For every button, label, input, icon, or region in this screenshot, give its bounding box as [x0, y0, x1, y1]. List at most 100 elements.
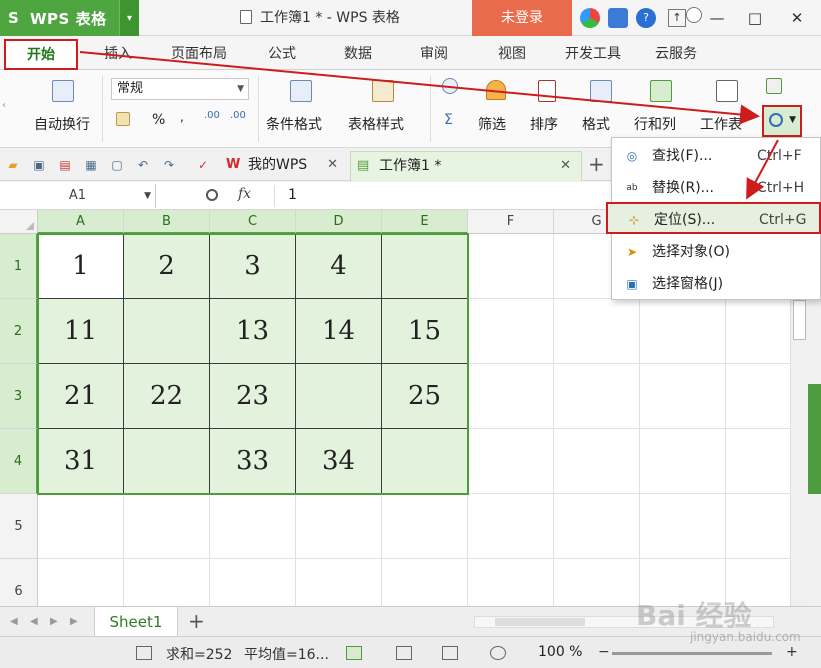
- decrease-decimal-button[interactable]: .00: [230, 110, 246, 121]
- first-sheet-icon[interactable]: ◀: [10, 616, 20, 628]
- cell-a3[interactable]: 21: [38, 364, 124, 429]
- percent-button[interactable]: %: [152, 112, 165, 128]
- ribbon-scroll-left-icon[interactable]: ‹: [2, 100, 6, 111]
- cell-c4[interactable]: 33: [210, 429, 296, 494]
- cell-f2[interactable]: [468, 299, 554, 364]
- sheet-tab-sheet1[interactable]: Sheet1: [94, 607, 178, 637]
- close-icon[interactable]: ✕: [327, 151, 338, 179]
- page-layout-view-icon[interactable]: [396, 646, 412, 660]
- tab-insert[interactable]: 插入: [96, 36, 140, 70]
- login-button[interactable]: 未登录: [472, 0, 572, 36]
- find-select-button[interactable]: ▼: [762, 105, 802, 137]
- cell-b3[interactable]: 22: [124, 364, 210, 429]
- redo-icon[interactable]: ↷: [162, 158, 176, 172]
- insert-function-button[interactable]: fx: [238, 186, 251, 202]
- table-style-button[interactable]: 表格样式: [348, 114, 404, 134]
- filter-button[interactable]: 筛选: [478, 114, 506, 134]
- app-menu-caret-icon[interactable]: ▾: [119, 0, 139, 36]
- comma-style-icon[interactable]: ,: [180, 110, 184, 124]
- cell-e1[interactable]: [382, 234, 468, 299]
- app-menu-button[interactable]: S WPS 表格 ▾: [0, 0, 139, 36]
- sort-button[interactable]: 排序: [530, 114, 558, 134]
- cell-f6[interactable]: [468, 559, 554, 606]
- cell-e5[interactable]: [382, 494, 468, 559]
- cell-b6[interactable]: [124, 559, 210, 606]
- cell-f3[interactable]: [468, 364, 554, 429]
- skin-shirt-icon[interactable]: [608, 8, 628, 28]
- save-icon[interactable]: ▣: [32, 158, 46, 172]
- cell-f5[interactable]: [468, 494, 554, 559]
- side-panel-toggle[interactable]: [808, 384, 821, 494]
- cell-c3[interactable]: 23: [210, 364, 296, 429]
- cell-f4[interactable]: [468, 429, 554, 494]
- menu-item-find[interactable]: ◎ 查找(F)... Ctrl+F: [612, 140, 820, 172]
- currency-icon[interactable]: [116, 112, 130, 126]
- upload-icon[interactable]: ↑: [668, 9, 686, 27]
- increase-decimal-button[interactable]: .00: [204, 110, 220, 121]
- name-box[interactable]: A1 ▼: [0, 184, 156, 208]
- tab-review[interactable]: 审阅: [412, 36, 456, 70]
- cell-a1[interactable]: 1: [38, 234, 124, 299]
- cell-e2[interactable]: 15: [382, 299, 468, 364]
- zoom-slider[interactable]: [612, 652, 772, 655]
- horizontal-scroll-thumb[interactable]: [495, 618, 585, 626]
- cell-a4[interactable]: 31: [38, 429, 124, 494]
- new-tab-button[interactable]: +: [588, 149, 605, 181]
- row-header-2[interactable]: 2: [0, 299, 38, 364]
- color-wheel-icon[interactable]: [580, 8, 600, 28]
- maximize-button[interactable]: □: [743, 6, 767, 30]
- cell[interactable]: [640, 299, 726, 364]
- open-folder-icon[interactable]: ▰: [6, 158, 20, 172]
- column-header-b[interactable]: B: [124, 210, 210, 234]
- reading-mode-icon[interactable]: [490, 646, 506, 660]
- cell-b5[interactable]: [124, 494, 210, 559]
- next-sheet-icon[interactable]: ▶: [50, 616, 60, 628]
- freeze-panes-icon[interactable]: [766, 78, 782, 94]
- customize-icon[interactable]: ✓: [196, 158, 210, 172]
- close-button[interactable]: ✕: [785, 6, 809, 30]
- undo-icon[interactable]: ↶: [136, 158, 150, 172]
- menu-item-selection-pane[interactable]: ▣ 选择窗格(J): [612, 268, 820, 300]
- row-header-6[interactable]: 6: [0, 559, 38, 606]
- select-all-button[interactable]: [0, 210, 38, 234]
- close-icon[interactable]: ✕: [560, 152, 571, 180]
- cell-c1[interactable]: 3: [210, 234, 296, 299]
- cell-c5[interactable]: [210, 494, 296, 559]
- zoom-slider-handle[interactable]: [686, 7, 702, 23]
- cell-a5[interactable]: [38, 494, 124, 559]
- cell-g4[interactable]: [554, 429, 640, 494]
- cell-e6[interactable]: [382, 559, 468, 606]
- wrap-text-button[interactable]: 自动换行: [34, 114, 90, 134]
- tab-home[interactable]: 开始: [4, 39, 78, 70]
- cell-g5[interactable]: [554, 494, 640, 559]
- cell-d4[interactable]: 34: [296, 429, 382, 494]
- tab-developer[interactable]: 开发工具: [558, 36, 628, 70]
- menu-item-goto[interactable]: ⊹ 定位(S)... Ctrl+G: [606, 202, 821, 234]
- cell[interactable]: [640, 429, 726, 494]
- cell-g3[interactable]: [554, 364, 640, 429]
- cell-f1[interactable]: [468, 234, 554, 299]
- minimize-button[interactable]: —: [705, 6, 729, 30]
- cell-d1[interactable]: 4: [296, 234, 382, 299]
- cell-d3[interactable]: [296, 364, 382, 429]
- tab-my-wps[interactable]: W 我的WPS ✕: [220, 151, 348, 181]
- tab-data[interactable]: 数据: [336, 36, 380, 70]
- column-header-a[interactable]: A: [38, 210, 124, 234]
- zoom-out-button[interactable]: −: [598, 644, 610, 660]
- number-format-select[interactable]: 常规 ▼: [111, 78, 249, 100]
- row-header-4[interactable]: 4: [0, 429, 38, 494]
- last-sheet-icon[interactable]: ▶: [70, 616, 80, 628]
- row-header-3[interactable]: 3: [0, 364, 38, 429]
- worksheet-button[interactable]: 工作表: [700, 114, 742, 134]
- cell-d6[interactable]: [296, 559, 382, 606]
- cell-g2[interactable]: [554, 299, 640, 364]
- zoom-level[interactable]: 100 %: [538, 644, 582, 660]
- row-header-1[interactable]: 1: [0, 234, 38, 299]
- page-break-view-icon[interactable]: [442, 646, 458, 660]
- column-header-f[interactable]: F: [468, 210, 554, 234]
- prev-sheet-icon[interactable]: ◀: [30, 616, 40, 628]
- cell-e4[interactable]: [382, 429, 468, 494]
- cell-d5[interactable]: [296, 494, 382, 559]
- zoom-search-icon[interactable]: [206, 189, 218, 201]
- cell[interactable]: [640, 494, 726, 559]
